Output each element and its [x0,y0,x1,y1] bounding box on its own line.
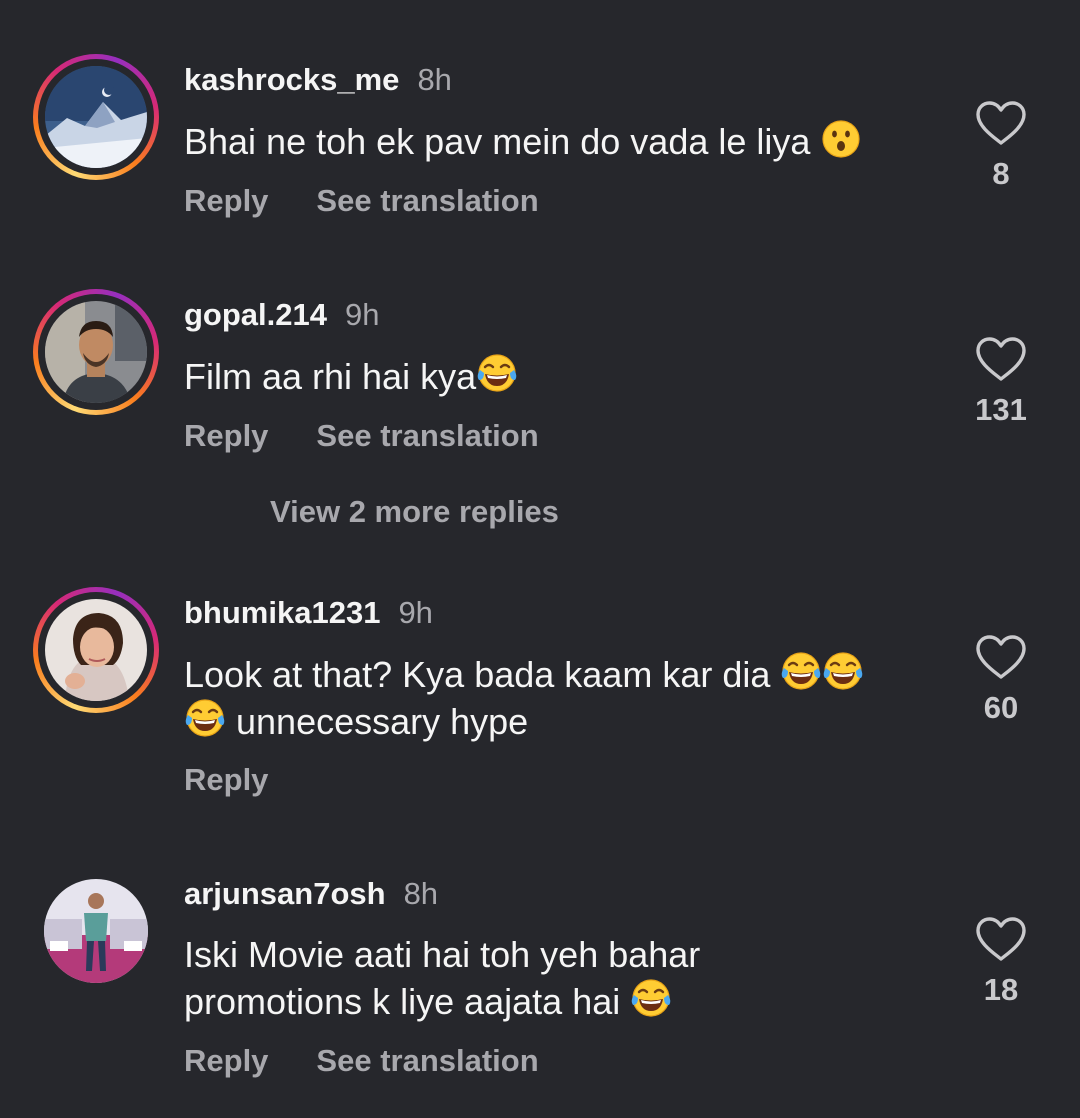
comments-list: kashrocks_me 8h Bhai ne toh ek pav mein … [0,0,1080,1118]
view-more-replies-button[interactable]: View 2 more replies [270,494,559,530]
reply-button[interactable]: Reply [184,1043,268,1079]
comment-text-line: unnecessary hype [184,698,924,745]
avatar-image [44,879,148,983]
avatar [45,66,147,168]
comment-text: Iski Movie aati hai toh yeh bahar promot… [184,932,924,1025]
hushed-face-emoji-icon [820,118,862,160]
like-count: 8 [992,156,1010,191]
avatar-image [45,301,147,403]
comment-text-line: promotions k liye aajata hai [184,978,924,1025]
comment-text-content: Iski Movie aati hai toh yeh bahar [184,934,701,975]
heart-icon[interactable] [975,634,1027,680]
avatar-story-ring[interactable] [33,587,159,713]
see-translation-button[interactable]: See translation [316,418,538,454]
comment-text-content: Look at that? Kya bada kaam kar dia [184,654,771,695]
heart-icon[interactable] [975,336,1027,382]
avatar-image [45,599,147,701]
comment-timestamp: 9h [345,297,380,332]
comment-text-content: Film aa rhi hai kya [184,356,477,397]
comment-timestamp: 8h [403,876,439,911]
tears-of-joy-emoji-icon [184,698,226,740]
avatar-image [45,66,147,168]
like-count: 18 [983,972,1019,1007]
avatar [45,599,147,701]
tears-of-joy-emoji-icon [780,651,822,693]
avatar-story-ring[interactable] [33,289,159,415]
see-translation-button[interactable]: See translation [316,183,538,219]
comment-username[interactable]: kashrocks_me [184,62,399,98]
like-count: 131 [975,392,1027,427]
comment-text: Bhai ne toh ek pav mein do vada le liya [184,118,924,165]
reply-button[interactable]: Reply [184,418,268,454]
heart-icon[interactable] [975,100,1027,146]
comment-text-content: promotions k liye aajata hai [184,981,621,1022]
comment-text: Look at that? Kya bada kaam kar dia unne… [184,651,924,745]
tears-of-joy-emoji-icon [630,978,672,1020]
see-translation-button[interactable]: See translation [316,1043,538,1079]
comment-text-content: unnecessary hype [236,701,529,742]
heart-icon[interactable] [975,916,1027,962]
comment-text-line: Look at that? Kya bada kaam kar dia [184,651,924,698]
avatar-story-ring[interactable] [33,54,159,180]
comment-timestamp: 9h [398,595,433,630]
comment-text-line: Iski Movie aati hai toh yeh bahar [184,932,924,978]
comment-timestamp: 8h [417,62,452,97]
avatar [45,301,147,403]
avatar[interactable] [44,879,148,983]
comment-username[interactable]: arjunsan7osh [184,876,386,912]
comment-username[interactable]: bhumika1231 [184,595,380,631]
reply-button[interactable]: Reply [184,183,268,219]
comment-text: Film aa rhi hai kya [184,353,924,400]
comment-username[interactable]: gopal.214 [184,297,327,333]
tears-of-joy-emoji-icon [822,651,864,693]
like-count: 60 [983,690,1019,725]
tears-of-joy-emoji-icon [476,353,518,395]
reply-button[interactable]: Reply [184,762,268,798]
comment-text-content: Bhai ne toh ek pav mein do vada le liya [184,121,811,162]
